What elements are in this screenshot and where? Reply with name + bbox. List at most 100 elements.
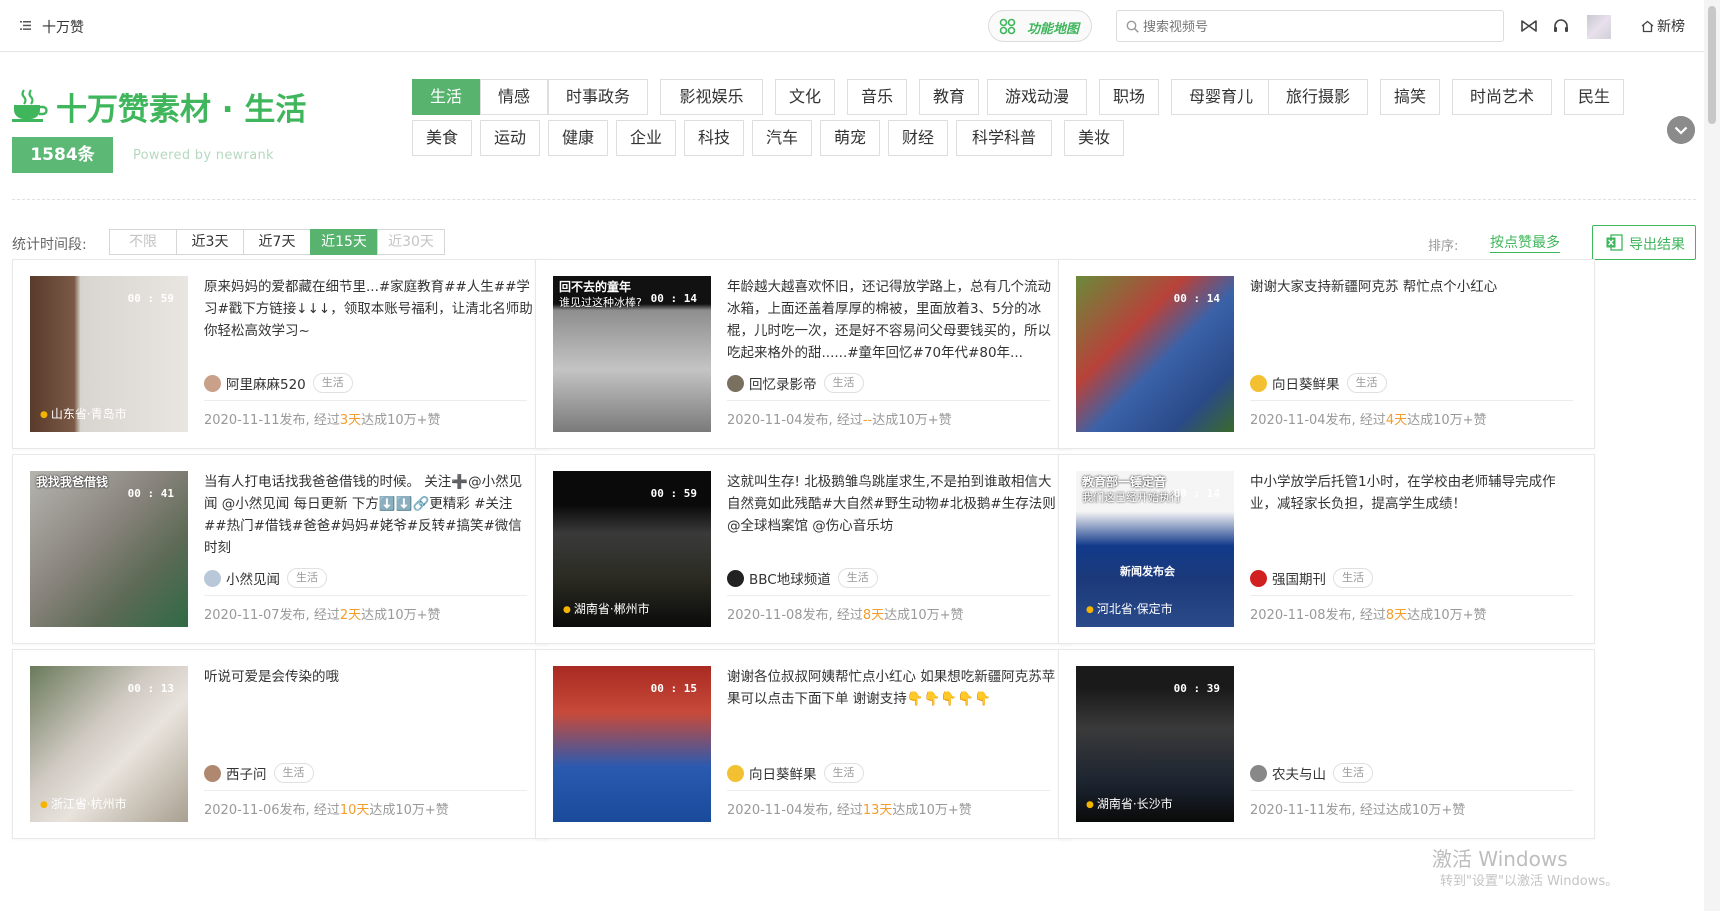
category-tab-8[interactable]: 职场 xyxy=(1099,79,1159,115)
video-description[interactable]: 听说可爱是会传染的哦 xyxy=(204,666,534,754)
category-tab-11[interactable]: 搞笑 xyxy=(1380,79,1440,115)
powered-by-text: Powered by newrank xyxy=(133,148,274,163)
search-input[interactable] xyxy=(1143,17,1493,37)
video-thumbnail[interactable]: 我找我爸借钱 00 : 41 xyxy=(30,471,188,627)
excel-icon xyxy=(1606,234,1623,251)
category-tab-3[interactable]: 影视娱乐 xyxy=(660,79,763,115)
video-description[interactable]: 年龄越大越喜欢怀旧，还记得放学路上，总有几个流动冰箱，上面还盖着厚厚的棉被，里面… xyxy=(727,276,1057,364)
publish-date: 2020-11-04发布, 经过 xyxy=(727,413,863,428)
category-tab-14[interactable]: 美食 xyxy=(412,120,472,156)
author-avatar[interactable] xyxy=(204,569,221,587)
category-tab-12[interactable]: 时尚艺术 xyxy=(1452,79,1552,115)
category-tab-20[interactable]: 萌宠 xyxy=(820,120,880,156)
author-name[interactable]: 向日葵鲜果 xyxy=(1272,373,1340,393)
video-description[interactable]: 这就叫生存! 北极鹅雏鸟跳崖求生,不是拍到谁敢相信大自然竟如此残酷#大自然#野生… xyxy=(727,471,1057,559)
page-scrollbar[interactable] xyxy=(1704,0,1720,911)
category-tab-22[interactable]: 科学科普 xyxy=(956,120,1052,156)
category-tab-4[interactable]: 文化 xyxy=(775,79,835,115)
author-name[interactable]: 强国期刊 xyxy=(1272,568,1326,588)
card-divider xyxy=(1250,400,1573,401)
category-tab-2[interactable]: 时事政务 xyxy=(548,79,648,115)
video-description[interactable]: 中小学放学后托管1小时，在学校由老师辅导完成作业，减轻家长负担，提高学生成绩！ xyxy=(1250,471,1580,559)
category-tab-1[interactable]: 情感 xyxy=(480,79,548,115)
category-tag: 生活 xyxy=(823,373,864,393)
video-thumbnail[interactable]: 00 : 59 山东省·青岛市 xyxy=(30,276,188,432)
bow-tie-icon[interactable] xyxy=(1520,17,1538,35)
period-option-0[interactable]: 不限 xyxy=(109,229,177,255)
author-name[interactable]: 农夫与山 xyxy=(1272,763,1326,783)
category-tab-7[interactable]: 游戏动漫 xyxy=(987,79,1087,115)
category-tab-21[interactable]: 财经 xyxy=(888,120,948,156)
video-card[interactable]: 00 : 15 谢谢各位叔叔阿姨帮忙点小红心 如果想吃新疆阿克苏苹果可以点击下面… xyxy=(535,649,1072,839)
category-tab-15[interactable]: 运动 xyxy=(480,120,540,156)
author-avatar[interactable] xyxy=(727,764,744,782)
sort-by-likes-link[interactable]: 按点赞最多 xyxy=(1490,234,1560,253)
period-option-2[interactable]: 近7天 xyxy=(243,229,311,255)
category-tag: 生活 xyxy=(312,373,353,393)
expand-categories-icon[interactable] xyxy=(1667,116,1695,144)
publish-date: 2020-11-06发布, 经过 xyxy=(204,803,340,818)
author-avatar[interactable] xyxy=(204,374,221,392)
menu-icon[interactable] xyxy=(20,20,31,31)
category-tag: 生活 xyxy=(1333,763,1373,783)
author-avatar[interactable] xyxy=(1250,374,1267,392)
search-box[interactable] xyxy=(1116,10,1504,42)
category-tab-18[interactable]: 科技 xyxy=(684,120,744,156)
export-results-button[interactable]: 导出结果 xyxy=(1592,225,1696,260)
video-thumbnail[interactable]: 00 : 14 xyxy=(1076,276,1234,432)
video-thumbnail[interactable]: 00 : 13 浙江省·杭州市 xyxy=(30,666,188,822)
author-name[interactable]: 西子问 xyxy=(226,763,267,783)
category-tab-0[interactable]: 生活 xyxy=(412,79,480,115)
publish-meta: 2020-11-08发布, 经过8天达成10万+赞 xyxy=(727,604,964,623)
days-to-100k: 10天 xyxy=(339,803,370,818)
period-option-1[interactable]: 近3天 xyxy=(176,229,244,255)
video-card[interactable]: 00 : 13 浙江省·杭州市 听说可爱是会传染的哦 西子问 生活 2020-1… xyxy=(12,649,549,839)
video-card[interactable]: 我找我爸借钱 00 : 41 当有人打电话找我爸爸借钱的时候。 关注➕@小然见闻… xyxy=(12,454,549,644)
thumbnail-caption: 我们这已经开始执行 xyxy=(1082,491,1181,504)
publish-meta: 2020-11-08发布, 经过8天达成10万+赞 xyxy=(1250,604,1487,623)
author-name[interactable]: 小然见闻 xyxy=(226,568,280,588)
category-tab-13[interactable]: 民生 xyxy=(1564,79,1624,115)
video-description[interactable]: 当有人打电话找我爸爸借钱的时候。 关注➕@小然见闻 @小然见闻 每日更新 下方⬇… xyxy=(204,471,534,559)
period-option-3[interactable]: 近15天 xyxy=(310,229,378,255)
author-name[interactable]: BBC地球频道 xyxy=(749,568,831,588)
scrollbar-thumb[interactable] xyxy=(1708,6,1716,124)
video-description[interactable] xyxy=(1250,666,1580,754)
author-avatar[interactable] xyxy=(204,764,221,782)
author-name[interactable]: 回忆录影帝 xyxy=(749,373,817,393)
category-tab-6[interactable]: 教育 xyxy=(919,79,979,115)
video-card[interactable]: 00 : 59 山东省·青岛市 原来妈妈的爱都藏在细节里...#家庭教育##人生… xyxy=(12,259,549,449)
category-tab-19[interactable]: 汽车 xyxy=(752,120,812,156)
video-thumbnail[interactable]: 00 : 39 湖南省·长沙市 xyxy=(1076,666,1234,822)
headset-icon[interactable] xyxy=(1552,17,1570,35)
author-avatar[interactable] xyxy=(1250,569,1267,587)
category-tab-10[interactable]: 旅行摄影 xyxy=(1268,79,1368,115)
category-tab-23[interactable]: 美妆 xyxy=(1064,120,1124,156)
category-tab-16[interactable]: 健康 xyxy=(548,120,608,156)
newrank-home-link[interactable]: 新榜 xyxy=(1641,16,1685,36)
video-thumbnail[interactable]: 回不去的童年 谁见过这种冰棒? 00 : 14 xyxy=(553,276,711,432)
video-thumbnail[interactable]: 00 : 15 xyxy=(553,666,711,822)
video-card[interactable]: 回不去的童年 谁见过这种冰棒? 00 : 14 年龄越大越喜欢怀旧，还记得放学路上… xyxy=(535,259,1072,449)
video-card[interactable]: 00 : 39 湖南省·长沙市 农夫与山 生活 2020-11-11发布, 经过… xyxy=(1058,649,1595,839)
video-thumbnail[interactable]: 00 : 59 湖南省·郴州市 xyxy=(553,471,711,627)
publish-date: 2020-11-08发布, 经过 xyxy=(1250,608,1386,623)
category-tab-17[interactable]: 企业 xyxy=(616,120,676,156)
function-map-button[interactable]: 功能地图 xyxy=(988,10,1092,42)
video-description[interactable]: 谢谢各位叔叔阿姨帮忙点小红心 如果想吃新疆阿克苏苹果可以点击下面下单 谢谢支持👇… xyxy=(727,666,1057,754)
author-name[interactable]: 向日葵鲜果 xyxy=(749,763,817,783)
author-avatar[interactable] xyxy=(727,374,744,392)
category-tab-5[interactable]: 音乐 xyxy=(847,79,907,115)
video-thumbnail[interactable]: 教育部一锤定音我们这已经开始执行新闻发布会 00 : 14 河北省·保定市 xyxy=(1076,471,1234,627)
category-tab-9[interactable]: 母婴育儿 xyxy=(1171,79,1271,115)
video-description[interactable]: 原来妈妈的爱都藏在细节里...#家庭教育##人生##学习#戳下方链接↓↓↓，领取… xyxy=(204,276,534,364)
author-avatar[interactable] xyxy=(727,569,744,587)
video-description[interactable]: 谢谢大家支持新疆阿克苏 帮忙点个小红心 xyxy=(1250,276,1580,364)
video-card[interactable]: 00 : 59 湖南省·郴州市 这就叫生存! 北极鹅雏鸟跳崖求生,不是拍到谁敢相… xyxy=(535,454,1072,644)
video-card[interactable]: 教育部一锤定音我们这已经开始执行新闻发布会 00 : 14 河北省·保定市 中小… xyxy=(1058,454,1595,644)
user-avatar[interactable] xyxy=(1587,15,1611,39)
author-avatar[interactable] xyxy=(1250,764,1267,782)
period-option-4[interactable]: 近30天 xyxy=(377,229,445,255)
author-name[interactable]: 阿里麻麻520 xyxy=(226,373,306,393)
video-card[interactable]: 00 : 14 谢谢大家支持新疆阿克苏 帮忙点个小红心 向日葵鲜果 生活 202… xyxy=(1058,259,1595,449)
